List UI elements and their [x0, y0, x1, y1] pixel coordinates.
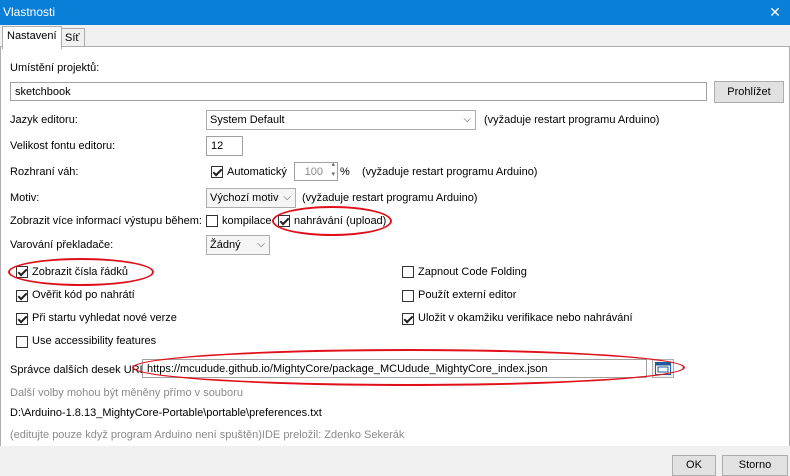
font-size-label: Velikost fontu editoru: — [10, 140, 116, 152]
title-bar: Vlastnosti ✕ — [0, 0, 790, 25]
chevron-down-icon: ⌵ — [283, 192, 291, 203]
line-numbers-checkbox[interactable] — [16, 266, 28, 278]
warnings-select[interactable]: Žádný ⌵ — [206, 235, 270, 255]
edit-note: (editujte pouze když program Arduino nen… — [10, 429, 405, 441]
accessibility-checkbox[interactable] — [16, 336, 28, 348]
sketchbook-label: Umístění projektů: — [10, 62, 100, 74]
board-urls-edit-button[interactable] — [652, 359, 674, 378]
language-select[interactable]: System Default ⌵ — [206, 110, 476, 130]
scale-value: 100 — [304, 166, 323, 178]
verbose-compile-checkbox[interactable] — [206, 215, 218, 227]
sketchbook-input[interactable]: sketchbook — [10, 82, 707, 101]
verbose-compile-label: kompilace — [222, 215, 272, 227]
language-value: System Default — [210, 114, 285, 126]
window-title: Vlastnosti — [3, 5, 56, 19]
code-folding-label: Zapnout Code Folding — [418, 266, 527, 278]
preferences-path: D:\Arduino-1.8.13_MightyCore-Portable\po… — [10, 407, 322, 419]
check-updates-checkbox[interactable] — [16, 313, 28, 325]
save-verify-checkbox[interactable] — [402, 313, 414, 325]
line-numbers-label: Zobrazit čísla řádků — [32, 266, 128, 278]
theme-label: Motiv: — [10, 192, 40, 204]
scale-note: (vyžaduje restart programu Arduino) — [362, 166, 538, 178]
language-note: (vyžaduje restart programu Arduino) — [484, 114, 660, 126]
language-label: Jazyk editoru: — [10, 114, 78, 126]
verbose-label: Zobrazit více informací výstupu během: — [10, 215, 202, 227]
board-urls-input[interactable]: https://mcudude.github.io/MightyCore/pac… — [142, 359, 647, 378]
tab-bar: Nastavení Síť — [0, 25, 790, 49]
scale-label: Rozhraní váh: — [10, 166, 79, 178]
scale-input[interactable]: 100 ▴ ▾ — [294, 160, 338, 181]
chevron-down-icon: ⌵ — [257, 239, 265, 250]
tab-settings[interactable]: Nastavení — [2, 26, 62, 49]
verbose-upload-label: nahrávání (upload) — [294, 215, 387, 227]
check-updates-label: Při startu vyhledat nové verze — [32, 312, 177, 324]
more-options-note: Další volby mohou být měněny přímo v sou… — [10, 387, 243, 399]
scale-unit: % — [340, 166, 350, 178]
verify-checkbox[interactable] — [16, 290, 28, 302]
save-verify-label: Uložit v okamžiku verifikace nebo nahráv… — [418, 312, 633, 324]
external-editor-checkbox[interactable] — [402, 290, 414, 302]
theme-note: (vyžaduje restart programu Arduino) — [302, 192, 478, 204]
accessibility-label: Use accessibility features — [32, 335, 157, 347]
auto-scale-checkbox[interactable] — [211, 166, 223, 178]
theme-select[interactable]: Výchozí motiv ⌵ — [206, 188, 296, 208]
board-urls-label: Správce dalších desek URL: — [10, 364, 149, 376]
cancel-button[interactable]: Storno — [722, 455, 788, 476]
verbose-upload-checkbox[interactable] — [278, 215, 290, 227]
warnings-value: Žádný — [210, 239, 241, 251]
code-folding-checkbox[interactable] — [402, 266, 414, 278]
warnings-label: Varování překladače: — [10, 239, 114, 251]
window-edit-icon — [655, 362, 671, 375]
tab-network[interactable]: Síť — [60, 28, 85, 48]
auto-scale-label: Automatický — [227, 166, 287, 178]
spinner-arrows-icon[interactable]: ▴ ▾ — [331, 160, 335, 180]
font-size-input[interactable]: 12 — [206, 136, 243, 156]
theme-value: Výchozí motiv — [210, 192, 279, 204]
ok-button[interactable]: OK — [672, 455, 716, 476]
close-icon[interactable]: ✕ — [760, 0, 790, 25]
chevron-down-icon: ⌵ — [463, 114, 471, 125]
verify-label: Ověřit kód po nahrátí — [32, 289, 135, 301]
external-editor-label: Použít externí editor — [418, 289, 517, 301]
browse-button[interactable]: Prohlížet — [714, 81, 784, 103]
